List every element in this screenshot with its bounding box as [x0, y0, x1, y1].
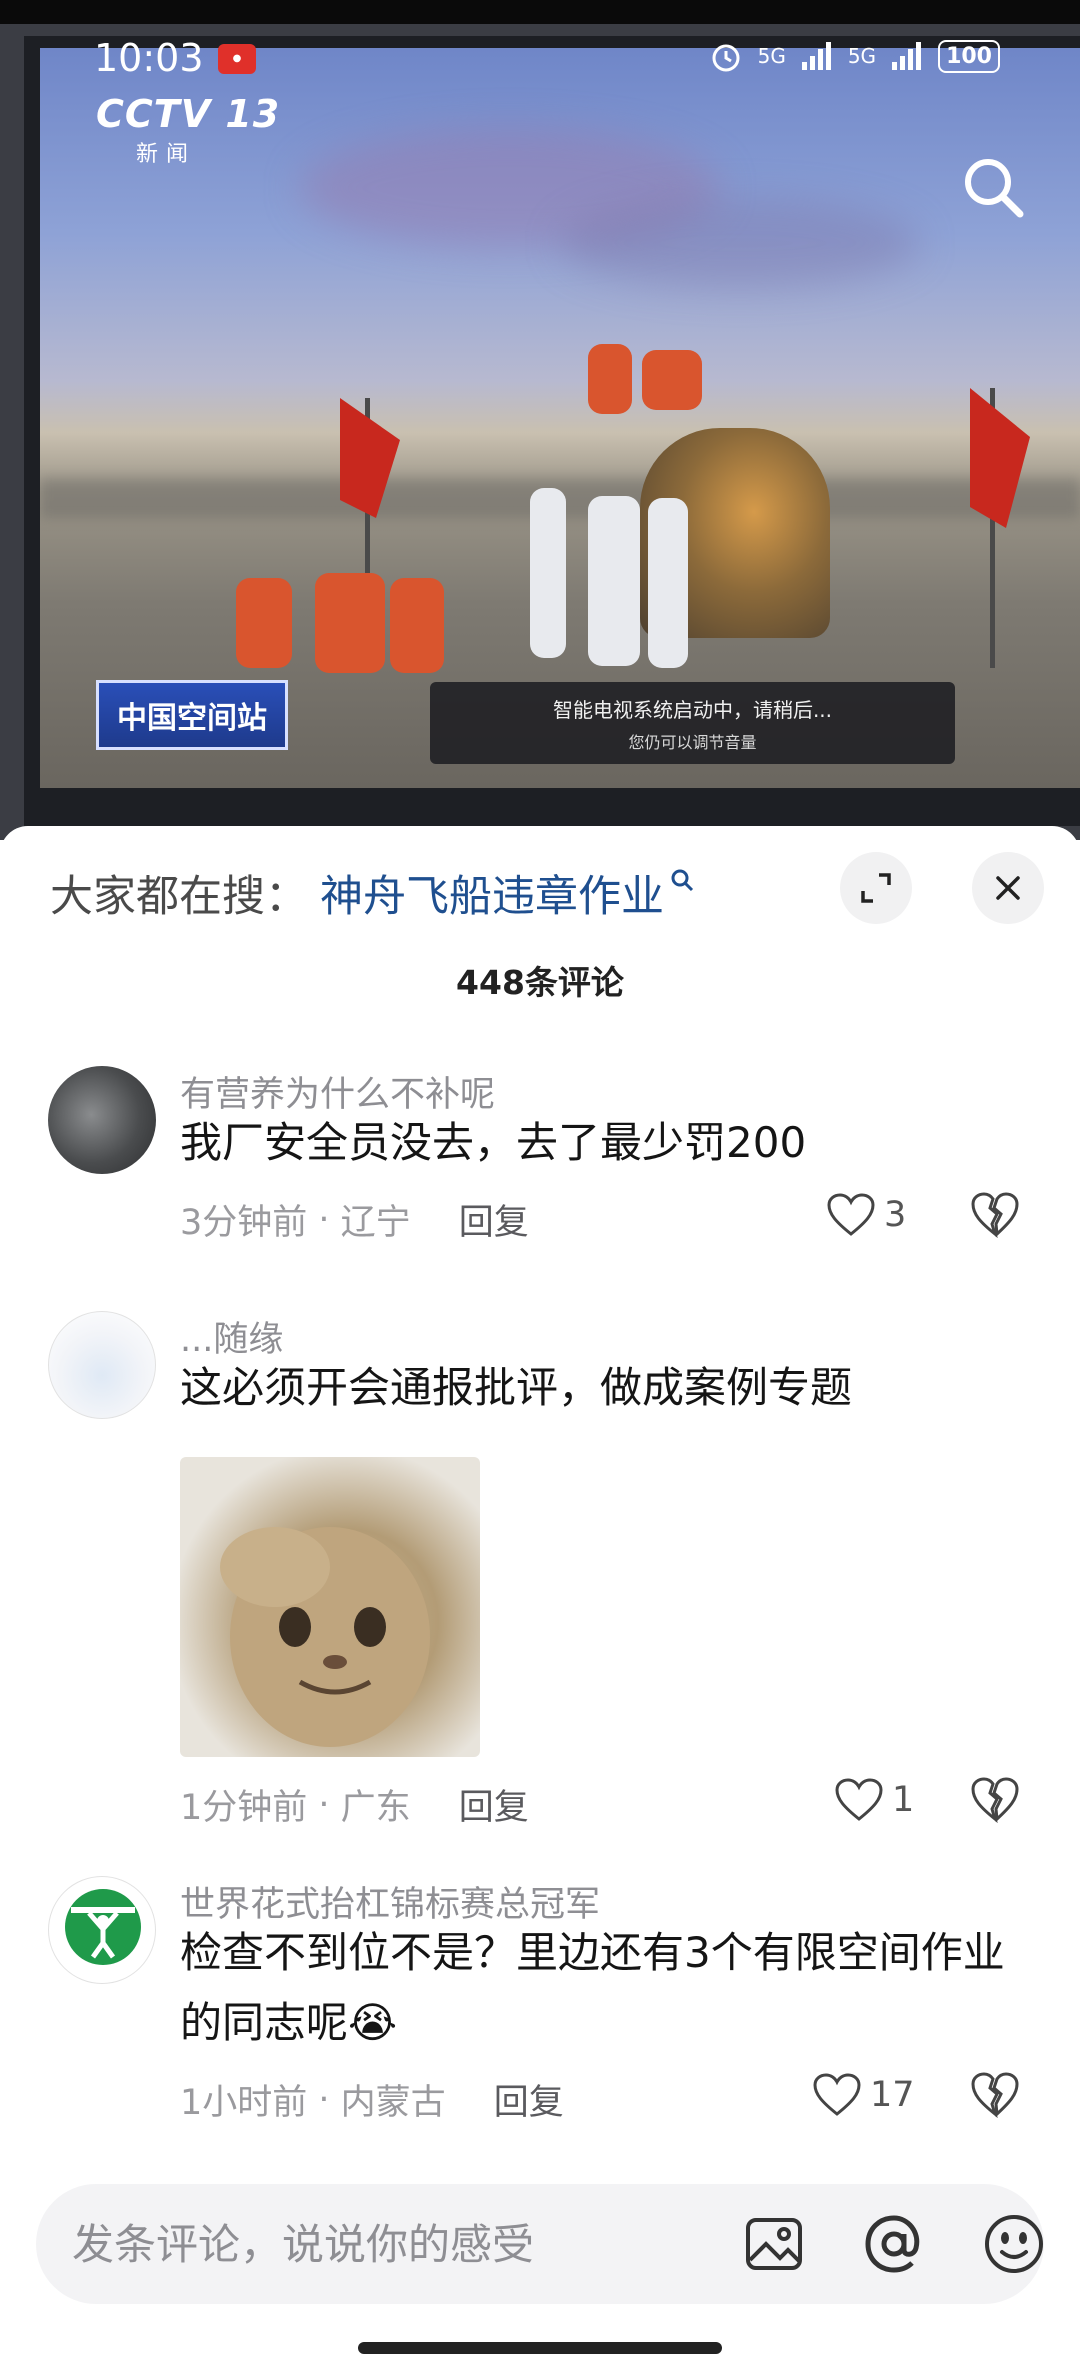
dislike-button[interactable]: [970, 1190, 1020, 1242]
top-edge: [0, 0, 1080, 24]
reply-button[interactable]: 回复: [459, 1194, 529, 1245]
tv-notice-line1: 智能电视系统启动中，请稍后...: [552, 697, 833, 722]
home-indicator[interactable]: [358, 2342, 722, 2354]
broken-heart-icon: [971, 1192, 1019, 1239]
comment-text: 这必须开会通报批评，做成案例专题: [180, 1363, 853, 1412]
comment-sticker-image[interactable]: [180, 1457, 480, 1757]
video-player[interactable]: 中国空间站 智能电视系统启动中，请稍后... 您仍可以调节音量 CCTV 13 …: [0, 0, 1080, 840]
heart-icon: [813, 2073, 861, 2116]
alarm-icon: [712, 44, 740, 72]
mention-button[interactable]: [862, 2212, 926, 2276]
expand-icon: [861, 873, 891, 903]
dislike-button[interactable]: [970, 2070, 1020, 2122]
worker: [588, 344, 632, 414]
emoji-icon: [985, 2215, 1043, 2273]
hot-search-term[interactable]: 神舟飞船违章作业: [320, 862, 664, 924]
search-icon: [965, 159, 1024, 218]
comment-location: 广东: [340, 1788, 411, 1828]
heart-icon: [827, 1193, 875, 1236]
comment-meta: 3分钟前 · 辽宁 回复: [180, 1194, 529, 1245]
hot-search[interactable]: 大家都在搜： 神舟飞船违章作业: [50, 862, 696, 924]
search-button[interactable]: [958, 152, 1030, 224]
avatar[interactable]: [48, 1311, 156, 1419]
comment-time: 1小时前: [180, 2083, 308, 2123]
like-button[interactable]: 17: [812, 2072, 915, 2118]
worker: [315, 573, 385, 673]
expand-button[interactable]: [840, 852, 912, 924]
like-count: 17: [870, 2075, 915, 2115]
battery-indicator: 100: [938, 39, 1000, 73]
comment-location: 辽宁: [340, 1203, 411, 1243]
signal-label-1: 5G: [757, 44, 786, 68]
tv-notice: 智能电视系统启动中，请稍后... 您仍可以调节音量: [430, 682, 955, 764]
like-count: 3: [884, 1195, 907, 1235]
worker: [390, 578, 444, 673]
worker: [588, 496, 640, 666]
signal-label-2: 5G: [847, 44, 877, 68]
reply-button[interactable]: 回复: [494, 2074, 564, 2125]
comment-text: 检查不到位不是？里边还有3个有限空间作业的同志呢😭: [180, 1928, 1005, 2047]
hot-search-label: 大家都在搜：: [50, 872, 308, 922]
dislike-button[interactable]: [970, 1775, 1020, 1827]
channel-name: CCTV 13: [96, 92, 281, 136]
broken-heart-icon: [971, 2072, 1019, 2119]
comment-time: 1分钟前: [180, 1788, 308, 1828]
avatar[interactable]: [48, 1876, 156, 1984]
comment-sheet: 大家都在搜： 神舟飞船违章作业 448条评论 有营养为什么不补呢 我厂安全员没去…: [0, 826, 1080, 2374]
tv-notice-line2: 您仍可以调节音量: [628, 732, 757, 752]
station-banner: 中国空间站: [96, 680, 288, 750]
comment-input[interactable]: [72, 2184, 692, 2304]
at-icon: [865, 2215, 920, 2273]
heart-icon: [835, 1778, 883, 1821]
sky-cloud: [560, 198, 920, 288]
signal-bars-icon: [892, 42, 922, 70]
comment-time: 3分钟前: [180, 1203, 308, 1243]
worker: [648, 498, 688, 668]
status-icons: 5G 5G 100: [708, 38, 1000, 74]
close-button[interactable]: [972, 852, 1044, 924]
weightlifter-logo-icon: [65, 1889, 141, 1965]
channel-sub: 新闻: [136, 142, 197, 167]
comment-location: 内蒙古: [340, 2083, 446, 2123]
image-icon: [746, 2218, 802, 2270]
app-notification-icon: ●: [218, 44, 256, 74]
comment-meta: 1分钟前 · 广东 回复: [180, 1779, 529, 1830]
comment-text: 我厂安全员没去，去了最少罚200: [180, 1118, 807, 1167]
status-time: 10:03: [94, 36, 204, 80]
worker: [236, 578, 292, 668]
emoji-button[interactable]: [982, 2212, 1046, 2276]
cat-sticker-icon: [220, 1527, 430, 1747]
reply-button[interactable]: 回复: [459, 1779, 529, 1830]
like-button[interactable]: 3: [826, 1192, 906, 1238]
like-count: 1: [892, 1780, 915, 1820]
small-search-icon: [670, 868, 696, 900]
broken-heart-icon: [971, 1777, 1019, 1824]
image-button[interactable]: [742, 2212, 806, 2276]
comment-input-bar: [36, 2184, 1044, 2304]
comment-meta: 1小时前 · 内蒙古 回复: [180, 2074, 564, 2125]
channel-logo: CCTV 13 新闻: [96, 92, 280, 168]
signal-bars-icon: [801, 42, 831, 70]
worker: [642, 350, 702, 410]
worker: [530, 488, 566, 658]
comment-count: 448条评论: [456, 963, 624, 1002]
avatar[interactable]: [48, 1066, 156, 1174]
like-button[interactable]: 1: [834, 1777, 914, 1823]
close-icon: [996, 876, 1020, 900]
